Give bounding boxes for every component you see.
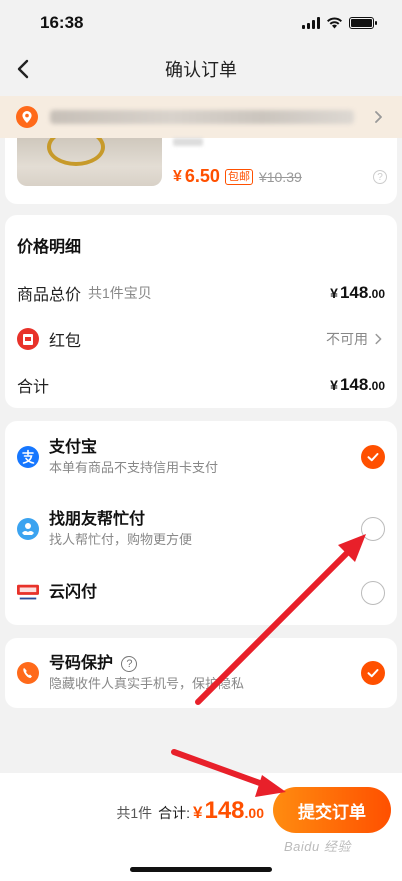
- phone-shield-icon: [17, 662, 39, 684]
- order-total: 共1件 合计: ¥ 148 .00: [116, 797, 264, 825]
- home-indicator: [130, 867, 272, 872]
- alipay-icon: [17, 446, 39, 468]
- subtotal-amount: ¥ 148 .00: [330, 375, 385, 395]
- submit-order-button[interactable]: 提交订单: [273, 787, 391, 833]
- payment-desc: 本单有商品不支持信用卡支付: [49, 460, 219, 475]
- amount-decimal: .00: [368, 287, 385, 301]
- status-bar: 16:38: [0, 0, 402, 46]
- unionpay-radio[interactable]: [361, 581, 385, 605]
- price-detail-title: 价格明细: [17, 239, 82, 256]
- protection-title: 号码保护 ?: [49, 653, 244, 675]
- original-price: ¥10.39: [258, 168, 302, 185]
- subtotal-row: 合计 ¥ 148 .00: [17, 373, 385, 397]
- unionpay-quickpass-icon: [17, 582, 39, 604]
- friend-pay-icon: [17, 518, 39, 540]
- status-icons: [302, 17, 377, 29]
- payment-methods-card: 支付宝 本单有商品不支持信用卡支付 找朋友帮忙付 找人帮忙付，购物更方便 云闪付: [5, 421, 397, 625]
- product-price-row: ¥ 6.50 包邮 ¥10.39: [173, 166, 302, 187]
- payment-name: 云闪付: [49, 584, 98, 601]
- payment-name: 找朋友帮忙付: [49, 511, 146, 528]
- hongbao-label: 红包: [49, 333, 82, 350]
- payment-name: 支付宝: [49, 439, 98, 456]
- number-protection-option[interactable]: 号码保护 ? 隐藏收件人真实手机号，保护隐私: [17, 649, 385, 697]
- red-packet-icon: [17, 328, 39, 350]
- goods-total-label: 商品总价: [17, 287, 82, 304]
- address-bar[interactable]: [0, 96, 402, 138]
- number-protection-card: 号码保护 ? 隐藏收件人真实手机号，保护隐私: [5, 638, 397, 708]
- battery-icon: [349, 17, 377, 29]
- payment-option-alipay[interactable]: 支付宝 本单有商品不支持信用卡支付: [17, 433, 385, 481]
- hongbao-value: 不可用: [326, 329, 385, 349]
- wifi-icon: [327, 17, 342, 29]
- nav-bar: 确认订单: [0, 46, 402, 92]
- total-label: 合计:: [158, 805, 191, 821]
- price-detail-card: 价格明细 商品总价 共1件宝贝 ¥ 148 .00 红包 不可用 合计 ¥ 14…: [5, 215, 397, 408]
- subtotal-label: 合计: [17, 379, 50, 396]
- goods-count-label: 共1件宝贝: [88, 285, 152, 301]
- hongbao-row[interactable]: 红包 不可用: [17, 327, 385, 351]
- payment-desc: 找人帮忙付，购物更方便: [49, 532, 193, 547]
- cellular-signal-icon: [302, 17, 320, 29]
- product-price: 6.50: [184, 166, 220, 186]
- price-currency: ¥: [173, 167, 182, 185]
- amount-currency: ¥: [330, 377, 338, 393]
- checkmark-icon: [367, 669, 379, 678]
- free-shipping-badge: 包邮: [224, 168, 253, 185]
- address-text-blurred: [50, 110, 354, 124]
- protection-name: 号码保护: [49, 655, 114, 672]
- item-count: 共1件: [116, 805, 153, 821]
- amount-decimal: .00: [368, 379, 385, 393]
- product-title-blurred: [173, 138, 203, 146]
- help-icon[interactable]: ?: [373, 170, 387, 184]
- watermark: Baidu 经验: [284, 839, 351, 854]
- hongbao-status: 不可用: [326, 331, 368, 347]
- payment-option-unionpay[interactable]: 云闪付: [17, 569, 385, 617]
- help-icon[interactable]: ?: [121, 656, 138, 672]
- back-button[interactable]: [8, 54, 38, 84]
- chevron-left-icon: [17, 59, 29, 79]
- protection-desc: 隐藏收件人真实手机号，保护隐私: [49, 676, 245, 691]
- friend-pay-radio[interactable]: [361, 517, 385, 541]
- product-image: [17, 138, 162, 186]
- total-integer: 148: [204, 797, 245, 824]
- alipay-radio-checked[interactable]: [361, 445, 385, 469]
- status-time: 16:38: [40, 13, 84, 32]
- product-card: ¥ 6.50 包邮 ¥10.39 ?: [5, 138, 397, 204]
- goods-total-row: 商品总价 共1件宝贝 ¥ 148 .00: [17, 281, 385, 305]
- total-currency: ¥: [193, 803, 203, 822]
- location-pin-icon: [16, 106, 38, 128]
- payment-option-friend-pay[interactable]: 找朋友帮忙付 找人帮忙付，购物更方便: [17, 505, 385, 553]
- goods-total-amount: ¥ 148 .00: [330, 283, 385, 303]
- amount-integer: 148: [339, 283, 369, 302]
- bottom-bar: 共1件 合计: ¥ 148 .00 提交订单: [0, 773, 402, 881]
- amount-integer: 148: [339, 375, 369, 394]
- total-decimal: .00: [244, 805, 264, 821]
- page-title: 确认订单: [165, 60, 237, 80]
- chevron-right-icon: [375, 111, 382, 123]
- amount-currency: ¥: [330, 285, 338, 301]
- protection-radio-checked[interactable]: [361, 661, 385, 685]
- chevron-right-icon: [375, 333, 382, 345]
- checkmark-icon: [367, 453, 379, 462]
